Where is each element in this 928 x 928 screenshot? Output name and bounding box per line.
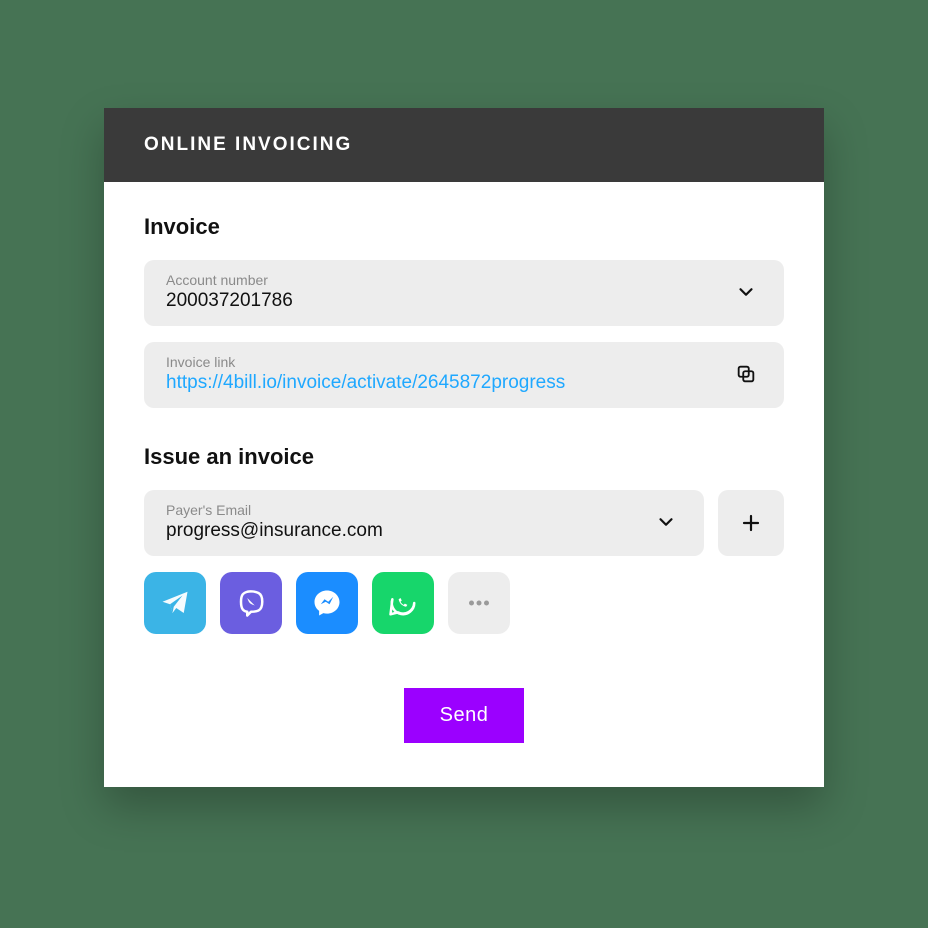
send-button[interactable]: Send xyxy=(404,688,525,743)
share-viber-button[interactable] xyxy=(220,572,282,634)
account-number-label: Account number xyxy=(166,272,730,288)
header-title: ONLINE INVOICING xyxy=(144,134,352,155)
telegram-icon xyxy=(160,588,190,618)
messenger-icon xyxy=(312,588,342,618)
invoice-link-field: Invoice link https://4bill.io/invoice/ac… xyxy=(144,342,784,408)
share-messenger-button[interactable] xyxy=(296,572,358,634)
plus-icon xyxy=(739,511,763,535)
invoice-section-title: Invoice xyxy=(144,214,784,240)
send-row: Send xyxy=(144,688,784,743)
card-body: Invoice Account number 200037201786 Invo… xyxy=(104,182,824,787)
invoice-link-value[interactable]: https://4bill.io/invoice/activate/264587… xyxy=(166,372,730,394)
invoice-link-label: Invoice link xyxy=(166,354,730,370)
share-more-button[interactable] xyxy=(448,572,510,634)
copy-icon[interactable] xyxy=(730,358,762,390)
issue-section-title: Issue an invoice xyxy=(144,444,784,470)
payer-email-label: Payer's Email xyxy=(166,502,650,518)
share-telegram-button[interactable] xyxy=(144,572,206,634)
account-number-value: 200037201786 xyxy=(166,290,730,312)
invoicing-card: ONLINE INVOICING Invoice Account number … xyxy=(104,108,824,787)
payer-email-row: Payer's Email progress@insurance.com xyxy=(144,490,784,556)
payer-email-value: progress@insurance.com xyxy=(166,520,650,542)
viber-icon xyxy=(236,588,266,618)
chevron-down-icon[interactable] xyxy=(730,276,762,308)
more-horizontal-icon xyxy=(464,588,494,618)
share-whatsapp-button[interactable] xyxy=(372,572,434,634)
chevron-down-icon[interactable] xyxy=(650,506,682,538)
card-header: ONLINE INVOICING xyxy=(104,108,824,182)
share-row xyxy=(144,572,784,634)
account-number-select[interactable]: Account number 200037201786 xyxy=(144,260,784,326)
payer-email-select[interactable]: Payer's Email progress@insurance.com xyxy=(144,490,704,556)
whatsapp-icon xyxy=(388,588,418,618)
add-recipient-button[interactable] xyxy=(718,490,784,556)
